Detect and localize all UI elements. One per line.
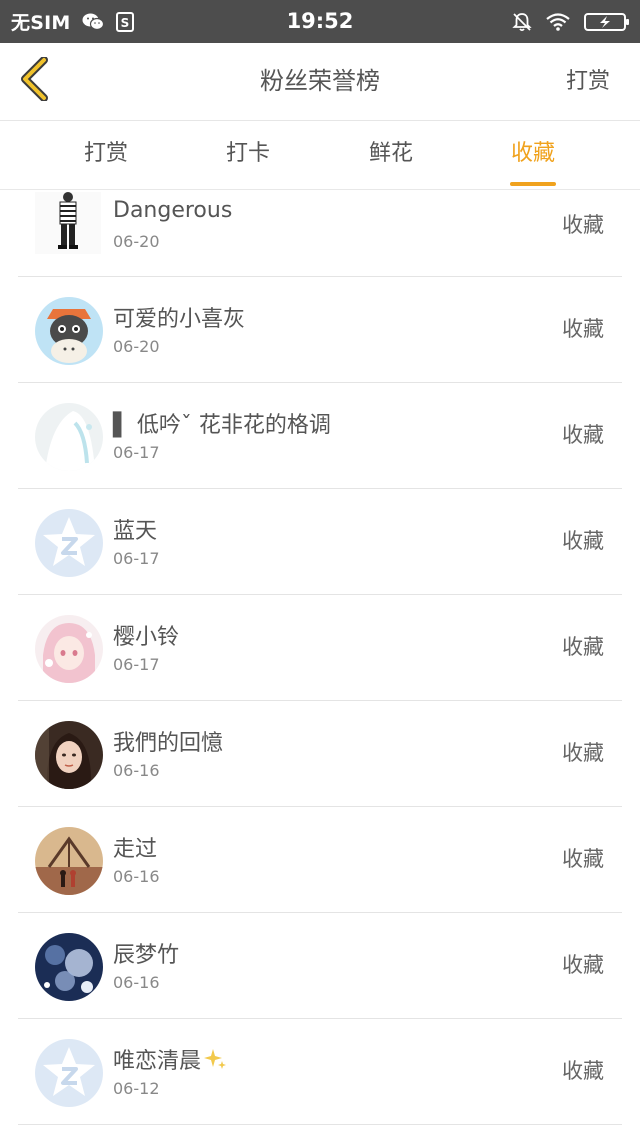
tab-reward[interactable]: 打赏	[61, 121, 151, 189]
battery-charging-icon	[584, 12, 630, 32]
reward-button[interactable]: 打赏	[566, 43, 610, 120]
user-name: 樱小铃	[113, 625, 180, 650]
avatar	[35, 615, 103, 683]
avatar	[35, 297, 103, 365]
user-name: 蓝天	[113, 519, 158, 544]
user-name: 辰梦竹	[113, 943, 180, 968]
tab-label: 收藏	[510, 141, 555, 166]
avatar	[35, 509, 103, 577]
list-item[interactable]: 可爱的小喜灰 06-20 收藏	[18, 277, 622, 383]
user-name: 我們的回憶	[113, 731, 224, 756]
list-item[interactable]: ▌ 低吟ˇ 花非花的格调 06-17 收藏	[18, 383, 622, 489]
item-date: 06-16	[113, 867, 160, 886]
user-name: ▌ 低吟ˇ 花非花的格调	[113, 413, 331, 438]
item-date: 06-17	[113, 655, 160, 674]
item-action: 收藏	[562, 213, 604, 237]
tab-indicator	[510, 182, 556, 186]
list-item[interactable]: 樱小铃 06-17 收藏	[18, 595, 622, 701]
item-date: 06-16	[113, 973, 160, 992]
avatar	[35, 827, 103, 895]
mute-bell-icon	[512, 12, 532, 32]
list-item[interactable]: Dangerous 06-20 收藏	[18, 190, 622, 277]
page-title: 粉丝荣誉榜	[260, 67, 380, 95]
list-item[interactable]: 唯恋清晨 06-12 收藏	[18, 1019, 622, 1125]
item-action: 收藏	[562, 529, 604, 553]
user-name: 唯恋清晨	[113, 1043, 227, 1077]
user-name: 可爱的小喜灰	[113, 307, 246, 332]
tab-flowers[interactable]: 鲜花	[346, 121, 436, 189]
app-header: 粉丝荣誉榜 打赏	[0, 43, 640, 121]
list-item[interactable]: 走过 06-16 收藏	[18, 807, 622, 913]
item-action: 收藏	[562, 741, 604, 765]
item-date: 06-12	[113, 1079, 160, 1098]
item-action: 收藏	[562, 423, 604, 447]
avatar	[35, 933, 103, 1001]
wifi-icon	[546, 12, 570, 31]
list-item[interactable]: 蓝天 06-17 收藏	[18, 489, 622, 595]
tab-bar: 打赏 打卡 鲜花 收藏	[0, 121, 640, 190]
item-date: 06-17	[113, 443, 160, 462]
avatar	[35, 721, 103, 789]
item-action: 收藏	[562, 317, 604, 341]
user-name-text: 唯恋清晨	[113, 1049, 202, 1074]
item-date: 06-16	[113, 761, 160, 780]
item-action: 收藏	[562, 1059, 604, 1083]
status-bar: 无SIM S 19:52	[0, 0, 640, 43]
tab-label: 打卡	[225, 141, 270, 166]
tab-label: 打赏	[83, 141, 128, 166]
fan-list: Dangerous 06-20 收藏 可爱的小喜灰 06-20 收藏 ▌ 低吟ˇ…	[0, 190, 640, 1125]
item-date: 06-20	[113, 337, 160, 356]
list-item[interactable]: 辰梦竹 06-16 收藏	[18, 913, 622, 1019]
item-date: 06-17	[113, 549, 160, 568]
avatar	[35, 1039, 103, 1107]
item-action: 收藏	[562, 953, 604, 977]
tab-checkin[interactable]: 打卡	[203, 121, 293, 189]
list-item[interactable]: 我們的回憶 06-16 收藏	[18, 701, 622, 807]
avatar	[35, 403, 103, 471]
user-name: Dangerous	[113, 198, 233, 223]
item-action: 收藏	[562, 635, 604, 659]
tab-label: 鲜花	[368, 141, 413, 166]
sparkle-icon	[203, 1047, 227, 1077]
item-action: 收藏	[562, 847, 604, 871]
item-date: 06-20	[113, 232, 160, 251]
tab-favorites[interactable]: 收藏	[488, 121, 578, 189]
user-name: 走过	[113, 837, 158, 862]
avatar	[35, 192, 101, 254]
